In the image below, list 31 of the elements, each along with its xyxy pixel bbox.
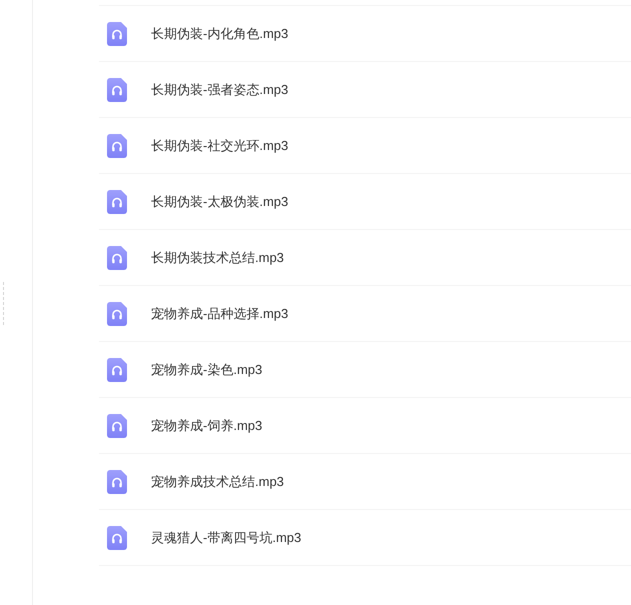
file-row[interactable]: 长期伪装技术总结.mp3 bbox=[99, 230, 631, 286]
file-row[interactable]: 长期伪装-太极伪装.mp3 bbox=[99, 174, 631, 230]
resize-handle[interactable] bbox=[3, 282, 4, 325]
file-name: 长期伪装-太极伪装.mp3 bbox=[151, 192, 288, 210]
audio-file-icon bbox=[107, 190, 127, 214]
file-name: 宠物养成-品种选择.mp3 bbox=[151, 304, 288, 322]
file-row[interactable]: 宠物养成-饲养.mp3 bbox=[99, 398, 631, 454]
file-name: 长期伪装-社交光环.mp3 bbox=[151, 136, 288, 154]
audio-file-icon bbox=[107, 78, 127, 102]
file-row[interactable]: 灵魂猎人-带离四号坑.mp3 bbox=[99, 510, 631, 566]
audio-file-icon bbox=[107, 526, 127, 550]
file-name: 宠物养成-饲养.mp3 bbox=[151, 416, 262, 434]
audio-file-icon bbox=[107, 246, 127, 270]
file-row[interactable]: 宠物养成-染色.mp3 bbox=[99, 342, 631, 398]
file-name: 宠物养成-染色.mp3 bbox=[151, 360, 262, 378]
file-name: 宠物养成技术总结.mp3 bbox=[151, 472, 284, 490]
audio-file-icon bbox=[107, 414, 127, 438]
file-name: 长期伪装-强者姿态.mp3 bbox=[151, 80, 288, 98]
file-row[interactable]: 长期伪装-强者姿态.mp3 bbox=[99, 62, 631, 118]
audio-file-icon bbox=[107, 134, 127, 158]
file-name: 灵魂猎人-带离四号坑.mp3 bbox=[151, 528, 302, 546]
audio-file-icon bbox=[107, 22, 127, 46]
file-name: 长期伪装-内化角色.mp3 bbox=[151, 24, 288, 42]
audio-file-icon bbox=[107, 470, 127, 494]
audio-file-icon bbox=[107, 302, 127, 326]
file-row[interactable]: 宠物养成技术总结.mp3 bbox=[99, 454, 631, 510]
audio-file-icon bbox=[107, 358, 127, 382]
file-row[interactable]: 长期伪装-内化角色.mp3 bbox=[99, 6, 631, 62]
file-row[interactable]: 长期伪装-社交光环.mp3 bbox=[99, 118, 631, 174]
file-row[interactable]: 宠物养成-品种选择.mp3 bbox=[99, 286, 631, 342]
file-name: 长期伪装技术总结.mp3 bbox=[151, 248, 284, 266]
